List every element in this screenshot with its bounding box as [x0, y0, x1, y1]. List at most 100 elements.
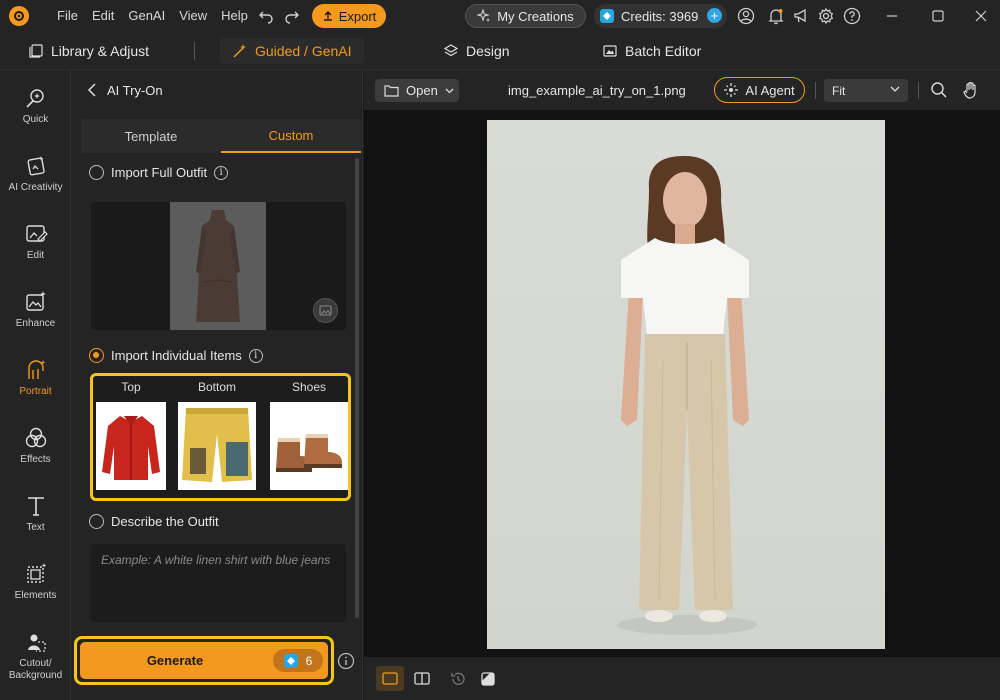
title-bar: File Edit GenAI View Help Export My Crea… — [0, 0, 1000, 32]
zoom-value: Fit — [832, 83, 846, 98]
menu-help[interactable]: Help — [221, 8, 248, 23]
tab-guided-label: Guided / GenAI — [255, 43, 352, 59]
add-credits-icon[interactable]: + — [707, 8, 722, 23]
tab-design[interactable]: Design — [443, 38, 510, 64]
full-outfit-radio[interactable] — [89, 165, 104, 180]
full-outfit-preview[interactable] — [91, 202, 346, 330]
item-label-top: Top — [121, 380, 141, 394]
rail-quick[interactable]: Quick — [0, 82, 71, 142]
rail-cutout-background[interactable]: Cutout/ Background — [0, 626, 71, 686]
compare-view-button[interactable] — [408, 666, 436, 691]
gallery-icon[interactable] — [313, 298, 338, 323]
help-icon[interactable] — [843, 7, 861, 25]
folder-icon — [384, 84, 399, 97]
individual-items-radio[interactable] — [89, 348, 104, 363]
chevron-down-icon — [890, 86, 900, 93]
ai-agent-label: AI Agent — [745, 82, 795, 98]
rail-text-label: Text — [26, 522, 45, 533]
toolbar-divider — [815, 82, 816, 99]
export-button[interactable]: Export — [312, 4, 386, 28]
rail-text[interactable]: Text — [0, 490, 71, 550]
back-chevron-icon[interactable] — [87, 83, 97, 97]
menu-file[interactable]: File — [57, 8, 78, 23]
rail-elements[interactable]: Elements — [0, 558, 71, 618]
app-logo — [9, 6, 29, 26]
edit-image-icon — [25, 225, 48, 242]
maximize-icon[interactable] — [930, 8, 946, 24]
generate-info-icon[interactable] — [337, 652, 355, 670]
layers-icon — [443, 43, 459, 59]
layer-mask-button[interactable] — [474, 666, 502, 691]
ai-agent-icon — [724, 83, 739, 97]
menu-genai[interactable]: GenAI — [128, 8, 165, 23]
rail-effects[interactable]: Effects — [0, 422, 71, 482]
my-creations-button[interactable]: My Creations — [465, 4, 586, 28]
item-label-shoes: Shoes — [291, 380, 327, 394]
mask-icon — [481, 671, 495, 686]
panel-title: AI Try-On — [107, 82, 163, 98]
tab-library-label: Library & Adjust — [51, 43, 150, 59]
credits-badge: Credits: 3969 + — [594, 4, 727, 28]
menu-view[interactable]: View — [179, 8, 207, 23]
info-icon[interactable]: i — [248, 348, 263, 363]
rail-portrait[interactable]: Portrait — [0, 354, 71, 414]
elements-icon — [26, 563, 46, 583]
minimize-icon[interactable] — [884, 8, 900, 24]
describe-outfit-radio[interactable] — [89, 514, 104, 529]
generate-label: Generate — [146, 653, 204, 668]
rail-enhance[interactable]: Enhance — [0, 286, 71, 346]
individual-items-label: Import Individual Items — [111, 348, 242, 363]
rail-quick-label: Quick — [22, 114, 49, 125]
yellow-shorts-thumbnail — [178, 402, 256, 490]
cutout-icon — [27, 634, 46, 652]
tab-guided-genai[interactable]: Guided / GenAI — [220, 38, 364, 64]
image-canvas[interactable] — [364, 110, 1000, 657]
tab-custom[interactable]: Custom — [221, 119, 361, 153]
outfit-description-field[interactable]: Example: A white linen shirt with blue j… — [91, 544, 346, 622]
mode-bar: Library & Adjust Guided / GenAI Design B… — [0, 32, 1000, 70]
import-full-outfit-option[interactable]: Import Full Outfit i — [89, 165, 229, 180]
close-icon[interactable] — [973, 8, 989, 24]
import-individual-items-option[interactable]: Import Individual Items i — [89, 348, 263, 363]
hand-pan-icon[interactable] — [962, 81, 980, 99]
rail-edit[interactable]: Edit — [0, 218, 71, 278]
item-slot-bottom[interactable]: Bottom — [177, 376, 257, 490]
info-icon[interactable]: i — [214, 165, 229, 180]
try-on-tabs: Template Custom — [81, 119, 361, 153]
individual-items-grid: Top Bottom Shoes — [90, 373, 351, 501]
announcement-icon[interactable] — [792, 7, 810, 25]
tab-batch-editor[interactable]: Batch Editor — [602, 38, 701, 64]
generate-highlight: Generate 6 — [74, 636, 334, 685]
rail-ai-creativity[interactable]: AI Creativity — [0, 150, 71, 210]
library-icon — [28, 43, 44, 59]
panel-scrollbar[interactable] — [355, 158, 359, 618]
generate-button[interactable]: Generate 6 — [80, 642, 328, 679]
panel-header: AI Try-On — [71, 70, 363, 110]
ai-try-on-panel: AI Try-On Template Custom Import Full Ou… — [71, 70, 363, 700]
settings-gear-icon[interactable] — [817, 7, 835, 25]
item-slot-shoes[interactable]: Shoes — [269, 376, 349, 490]
zoom-select[interactable]: Fit — [824, 79, 908, 102]
tab-template[interactable]: Template — [81, 119, 221, 153]
item-slot-top[interactable]: Top — [91, 376, 171, 490]
undo-icon[interactable] — [258, 8, 274, 24]
menu-edit[interactable]: Edit — [92, 8, 114, 23]
open-button[interactable]: Open — [375, 79, 459, 102]
describe-outfit-label: Describe the Outfit — [111, 514, 219, 529]
history-button[interactable] — [444, 666, 472, 691]
dress-thumbnail — [170, 202, 266, 330]
notification-bell-icon[interactable] — [767, 7, 785, 25]
mode-divider — [194, 42, 195, 60]
my-creations-label: My Creations — [497, 8, 574, 24]
split-view-icon — [414, 672, 430, 685]
account-icon[interactable] — [737, 7, 755, 25]
describe-outfit-option[interactable]: Describe the Outfit — [89, 514, 219, 529]
tab-library-adjust[interactable]: Library & Adjust — [28, 38, 149, 64]
single-view-button[interactable] — [376, 666, 404, 691]
rail-portrait-label: Portrait — [19, 386, 52, 397]
ai-agent-button[interactable]: AI Agent — [714, 77, 805, 103]
model-photo — [487, 120, 885, 649]
canvas-toolbar: Open img_example_ai_try_on_1.png AI Agen… — [364, 70, 1000, 110]
search-icon[interactable] — [930, 81, 948, 99]
redo-icon[interactable] — [284, 8, 300, 24]
